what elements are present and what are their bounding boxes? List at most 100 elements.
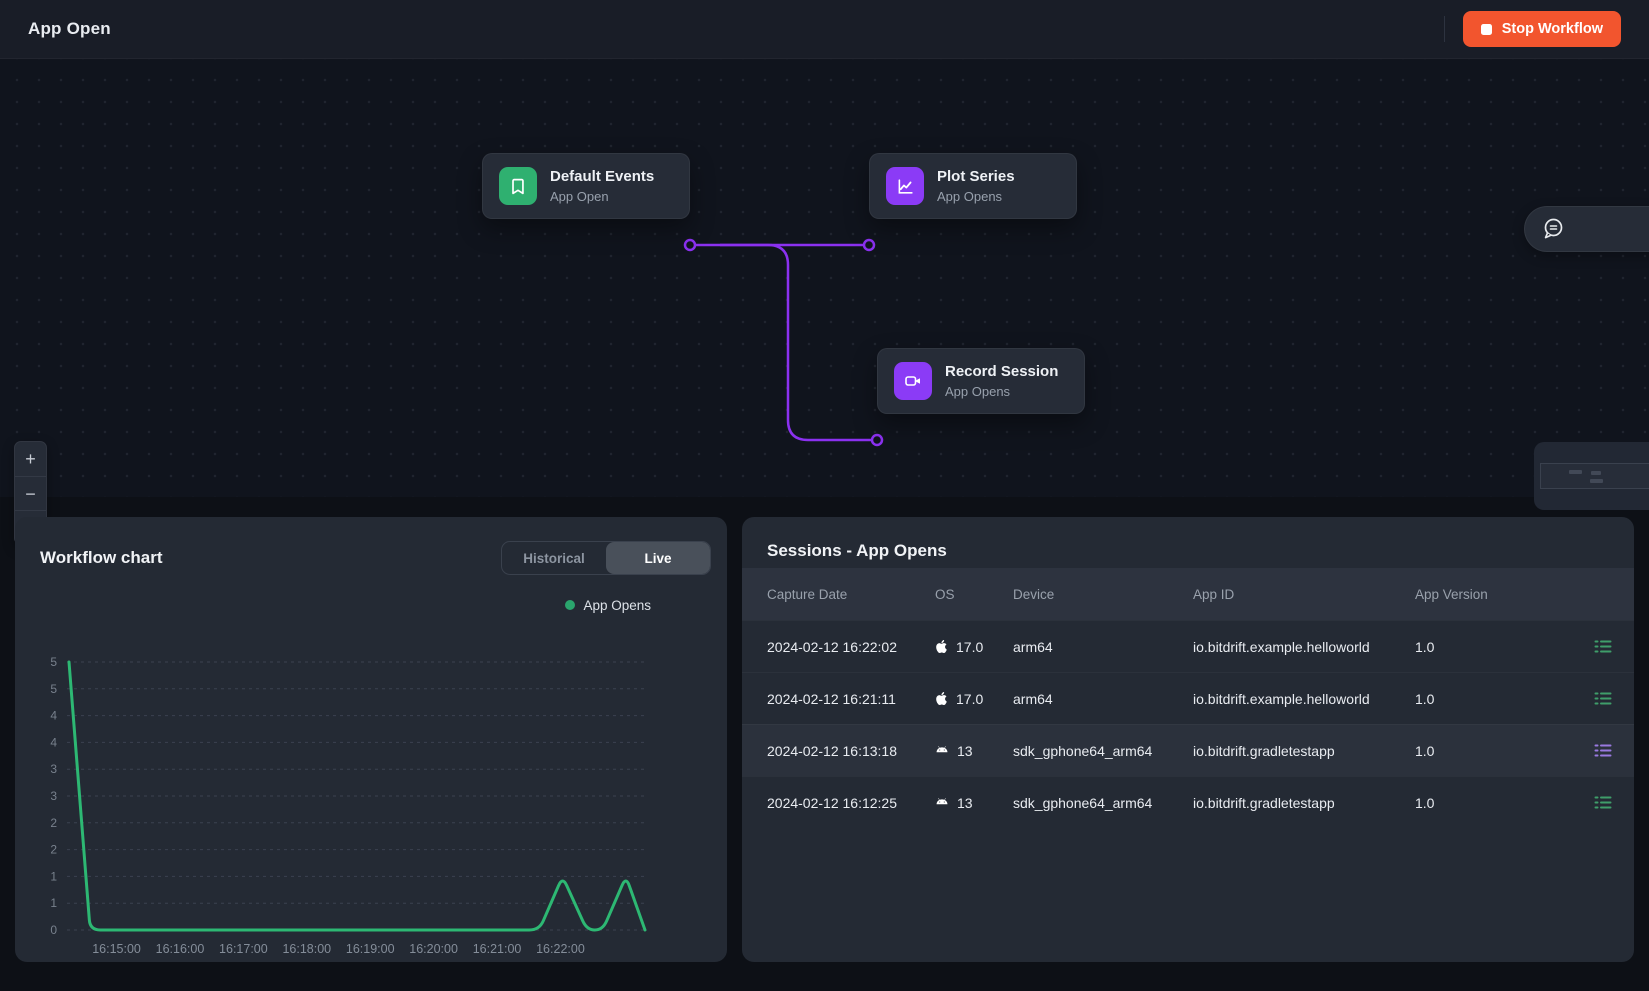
os-version: 13 <box>957 743 973 759</box>
workflow-edges <box>0 59 1649 497</box>
cell-app-id: io.bitdrift.example.helloworld <box>1193 691 1415 707</box>
sessions-table-header: Capture Date OS Device App ID App Versio… <box>742 568 1634 620</box>
svg-text:1: 1 <box>50 896 57 910</box>
sessions-title: Sessions - App Opens <box>764 541 947 561</box>
chat-bubble-icon <box>1540 216 1566 242</box>
table-row[interactable]: 2024-02-12 16:22:02 17.0 arm64 io.bitdri… <box>742 620 1634 672</box>
feedback-button[interactable] <box>1524 206 1649 252</box>
session-logs-icon[interactable] <box>1594 743 1612 758</box>
plus-icon: + <box>25 450 36 468</box>
node-text: Default Events App Open <box>550 168 654 204</box>
svg-text:16:16:00: 16:16:00 <box>156 942 205 956</box>
stop-workflow-button[interactable]: Stop Workflow <box>1463 11 1621 47</box>
os-version: 13 <box>957 795 973 811</box>
stop-workflow-label: Stop Workflow <box>1502 21 1603 37</box>
top-bar: App Open Stop Workflow <box>0 0 1649 59</box>
cell-device: sdk_gphone64_arm64 <box>1013 795 1193 811</box>
svg-text:5: 5 <box>50 682 57 696</box>
cell-device: sdk_gphone64_arm64 <box>1013 743 1193 759</box>
zoom-in-button[interactable]: + <box>15 442 46 476</box>
minimap-viewport[interactable] <box>1540 463 1649 489</box>
cell-app-id: io.bitdrift.example.helloworld <box>1193 639 1415 655</box>
table-row[interactable]: 2024-02-12 16:13:18 13 sdk_gphone64_arm6… <box>742 724 1634 776</box>
cell-device: arm64 <box>1013 691 1193 707</box>
node-subtitle: App Opens <box>937 189 1015 204</box>
node-subtitle: App Open <box>550 189 654 204</box>
svg-text:2: 2 <box>50 816 57 830</box>
cell-app-id: io.bitdrift.gradletestapp <box>1193 743 1415 759</box>
chart-legend: App Opens <box>15 597 651 613</box>
minimap-node <box>1569 470 1582 474</box>
divider <box>1444 16 1445 42</box>
legend-label: App Opens <box>583 598 651 613</box>
node-text: Plot Series App Opens <box>937 168 1015 204</box>
session-logs-icon[interactable] <box>1594 795 1612 810</box>
app-opens-line-chart: 5544332211016:15:0016:16:0016:17:0016:18… <box>29 616 709 960</box>
svg-text:16:15:00: 16:15:00 <box>92 942 141 956</box>
canvas-minimap[interactable] <box>1534 442 1649 510</box>
node-default-events[interactable]: Default Events App Open <box>482 153 690 219</box>
svg-text:2: 2 <box>50 843 57 857</box>
cell-actions <box>1594 639 1612 654</box>
stop-icon <box>1481 24 1492 35</box>
svg-text:16:19:00: 16:19:00 <box>346 942 395 956</box>
svg-text:16:18:00: 16:18:00 <box>282 942 331 956</box>
session-logs-icon[interactable] <box>1594 639 1612 654</box>
col-os: OS <box>935 587 1013 602</box>
node-record-session[interactable]: Record Session App Opens <box>877 348 1085 414</box>
port-default-events-out[interactable] <box>685 240 695 250</box>
line-chart-icon <box>886 167 924 205</box>
node-title: Plot Series <box>937 168 1015 187</box>
zoom-out-button[interactable]: − <box>15 476 46 510</box>
video-camera-icon <box>894 362 932 400</box>
svg-text:0: 0 <box>50 923 57 937</box>
cell-os: 13 <box>935 795 1013 811</box>
workflow-canvas[interactable]: Default Events App Open Plot Series App … <box>0 59 1649 497</box>
cell-actions <box>1594 691 1612 706</box>
minus-icon: − <box>25 485 36 503</box>
cell-capture-date: 2024-02-12 16:22:02 <box>767 639 935 655</box>
bookmark-icon <box>499 167 537 205</box>
cell-app-version: 1.0 <box>1415 691 1568 707</box>
node-subtitle: App Opens <box>945 384 1058 399</box>
cell-actions <box>1594 743 1612 758</box>
os-version: 17.0 <box>956 691 983 707</box>
svg-text:3: 3 <box>50 762 57 776</box>
apple-icon <box>935 691 948 706</box>
port-record-session-in[interactable] <box>872 435 882 445</box>
svg-text:1: 1 <box>50 869 57 883</box>
node-text: Record Session App Opens <box>945 363 1058 399</box>
minimap-node <box>1590 479 1603 483</box>
topbar-actions: Stop Workflow <box>1444 11 1621 47</box>
svg-text:4: 4 <box>50 735 57 749</box>
cell-capture-date: 2024-02-12 16:13:18 <box>767 743 935 759</box>
cell-app-id: io.bitdrift.gradletestapp <box>1193 795 1415 811</box>
legend-dot <box>565 600 575 610</box>
tab-historical[interactable]: Historical <box>502 542 606 574</box>
tab-live[interactable]: Live <box>606 542 710 574</box>
minimap-node <box>1591 471 1601 475</box>
cell-app-version: 1.0 <box>1415 795 1568 811</box>
cell-os: 13 <box>935 743 1013 759</box>
svg-text:3: 3 <box>50 789 57 803</box>
table-row[interactable]: 2024-02-12 16:12:25 13 sdk_gphone64_arm6… <box>742 776 1634 828</box>
sessions-header: Sessions - App Opens <box>742 517 1634 561</box>
workflow-chart-title: Workflow chart <box>37 548 162 568</box>
bottom-panels: Workflow chart Historical Live App Opens… <box>0 497 1649 962</box>
svg-text:16:22:00: 16:22:00 <box>536 942 585 956</box>
col-app-id: App ID <box>1193 587 1415 602</box>
col-device: Device <box>1013 587 1193 602</box>
os-version: 17.0 <box>956 639 983 655</box>
svg-text:4: 4 <box>50 709 57 723</box>
table-row[interactable]: 2024-02-12 16:21:11 17.0 arm64 io.bitdri… <box>742 672 1634 724</box>
col-app-version: App Version <box>1415 587 1568 602</box>
workflow-chart-header: Workflow chart Historical Live <box>15 517 727 575</box>
node-title: Default Events <box>550 168 654 187</box>
cell-capture-date: 2024-02-12 16:21:11 <box>767 691 935 707</box>
session-logs-icon[interactable] <box>1594 691 1612 706</box>
node-plot-series[interactable]: Plot Series App Opens <box>869 153 1077 219</box>
port-plot-series-in[interactable] <box>864 240 874 250</box>
cell-os: 17.0 <box>935 691 1013 707</box>
android-icon <box>935 797 949 809</box>
cell-actions <box>1594 795 1612 810</box>
